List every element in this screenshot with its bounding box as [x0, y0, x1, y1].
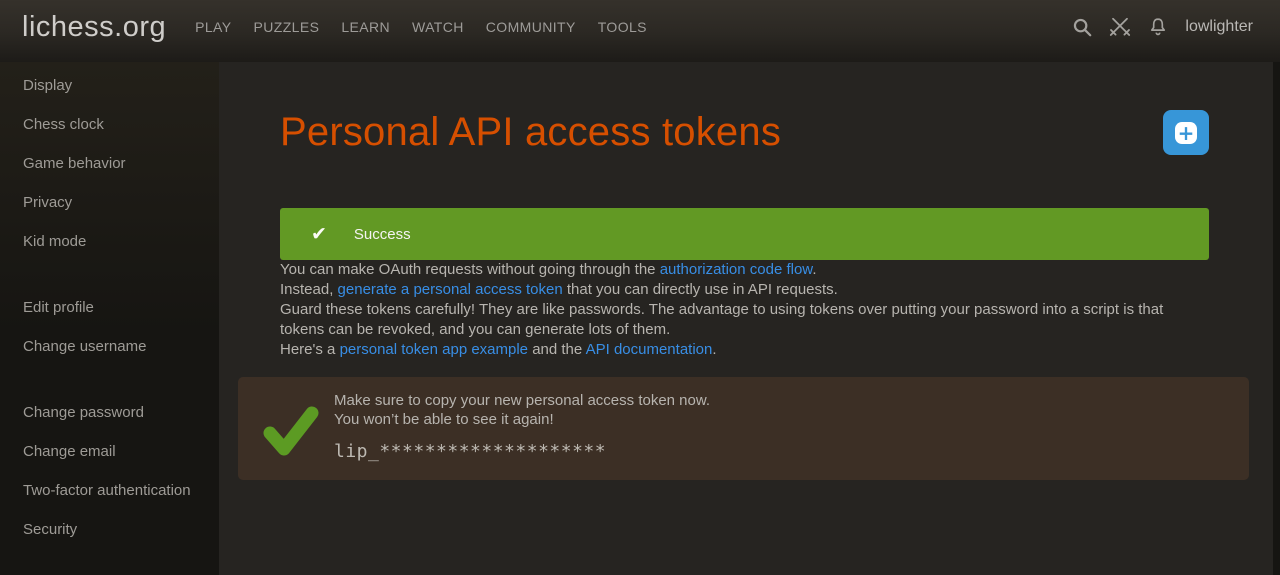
- nav-community[interactable]: COMMUNITY: [475, 11, 587, 43]
- user-menu[interactable]: lowlighter: [1177, 18, 1266, 36]
- text-run: that you can directly use in API request…: [563, 281, 838, 298]
- text-run: Instead,: [280, 281, 338, 298]
- guard-paragraph: Guard these tokens carefully! They are l…: [280, 300, 1209, 340]
- sidebar-item-change-username[interactable]: Change username: [0, 327, 219, 366]
- token-message-line2: You won’t be able to see it again!: [334, 410, 710, 429]
- main-nav: PLAY PUZZLES LEARN WATCH COMMUNITY TOOLS: [184, 11, 658, 43]
- nav-tools[interactable]: TOOLS: [587, 11, 658, 43]
- docs-paragraph: Here's a personal token app example and …: [280, 340, 1209, 360]
- page-layout: Display Chess clock Game behavior Privac…: [0, 62, 1280, 575]
- nav-watch[interactable]: WATCH: [401, 11, 475, 43]
- link-personal-token-app-example[interactable]: personal token app example: [340, 341, 528, 358]
- nav-puzzles[interactable]: PUZZLES: [243, 11, 331, 43]
- plus-icon: +: [1175, 122, 1197, 144]
- sidebar-item-game-behavior[interactable]: Game behavior: [0, 144, 219, 183]
- search-icon[interactable]: [1063, 10, 1101, 44]
- sidebar-group-security: Change password Change email Two-factor …: [0, 393, 219, 549]
- nav-play[interactable]: PLAY: [184, 11, 242, 43]
- text-run: You can make OAuth requests without goin…: [280, 261, 660, 278]
- sidebar-item-edit-profile[interactable]: Edit profile: [0, 288, 219, 327]
- token-value: lip_********************: [334, 442, 710, 461]
- text-run: and the: [528, 341, 586, 358]
- sidebar-item-display[interactable]: Display: [0, 66, 219, 105]
- bell-icon[interactable]: [1139, 10, 1177, 44]
- token-message: Make sure to copy your new personal acce…: [334, 391, 710, 461]
- crossed-swords-icon[interactable]: [1101, 10, 1139, 44]
- success-banner-label: Success: [354, 226, 411, 243]
- lichess-logo[interactable]: lichess.org: [22, 11, 166, 44]
- text-run: Guard these tokens carefully! They are l…: [280, 301, 1163, 338]
- main-panel: Personal API access tokens + ✔ Success Y…: [219, 62, 1273, 575]
- sidebar-group-profile: Edit profile Change username: [0, 288, 219, 366]
- sidebar-item-chess-clock[interactable]: Chess clock: [0, 105, 219, 144]
- sidebar-item-privacy[interactable]: Privacy: [0, 183, 219, 222]
- top-header: lichess.org PLAY PUZZLES LEARN WATCH COM…: [0, 0, 1280, 62]
- generate-paragraph: Instead, generate a personal access toke…: [280, 280, 1209, 300]
- link-generate-personal-access-token[interactable]: generate a personal access token: [338, 281, 563, 298]
- settings-sidebar: Display Chess clock Game behavior Privac…: [0, 62, 219, 575]
- sidebar-group-preferences: Display Chess clock Game behavior Privac…: [0, 66, 219, 261]
- nav-learn[interactable]: LEARN: [330, 11, 401, 43]
- success-banner: ✔ Success: [280, 208, 1209, 260]
- create-token-button[interactable]: +: [1163, 110, 1209, 155]
- intro-paragraph: You can make OAuth requests without goin…: [280, 260, 1209, 280]
- link-authorization-code-flow[interactable]: authorization code flow: [660, 261, 813, 278]
- link-api-documentation[interactable]: API documentation: [586, 341, 713, 358]
- title-row: Personal API access tokens +: [280, 108, 1209, 156]
- sidebar-item-change-password[interactable]: Change password: [0, 393, 219, 432]
- new-token-box: Make sure to copy your new personal acce…: [238, 377, 1249, 480]
- text-run: Here's a: [280, 341, 340, 358]
- sidebar-item-kid-mode[interactable]: Kid mode: [0, 222, 219, 261]
- sidebar-item-change-email[interactable]: Change email: [0, 432, 219, 471]
- sidebar-item-security[interactable]: Security: [0, 510, 219, 549]
- header-right: lowlighter: [1063, 10, 1266, 44]
- token-message-line1: Make sure to copy your new personal acce…: [334, 391, 710, 410]
- check-icon: ✔: [311, 225, 327, 244]
- sidebar-item-two-factor[interactable]: Two-factor authentication: [0, 471, 219, 510]
- text-run: .: [812, 261, 816, 278]
- text-run: .: [712, 341, 716, 358]
- page-title: Personal API access tokens: [280, 108, 781, 156]
- big-check-icon: [262, 405, 320, 462]
